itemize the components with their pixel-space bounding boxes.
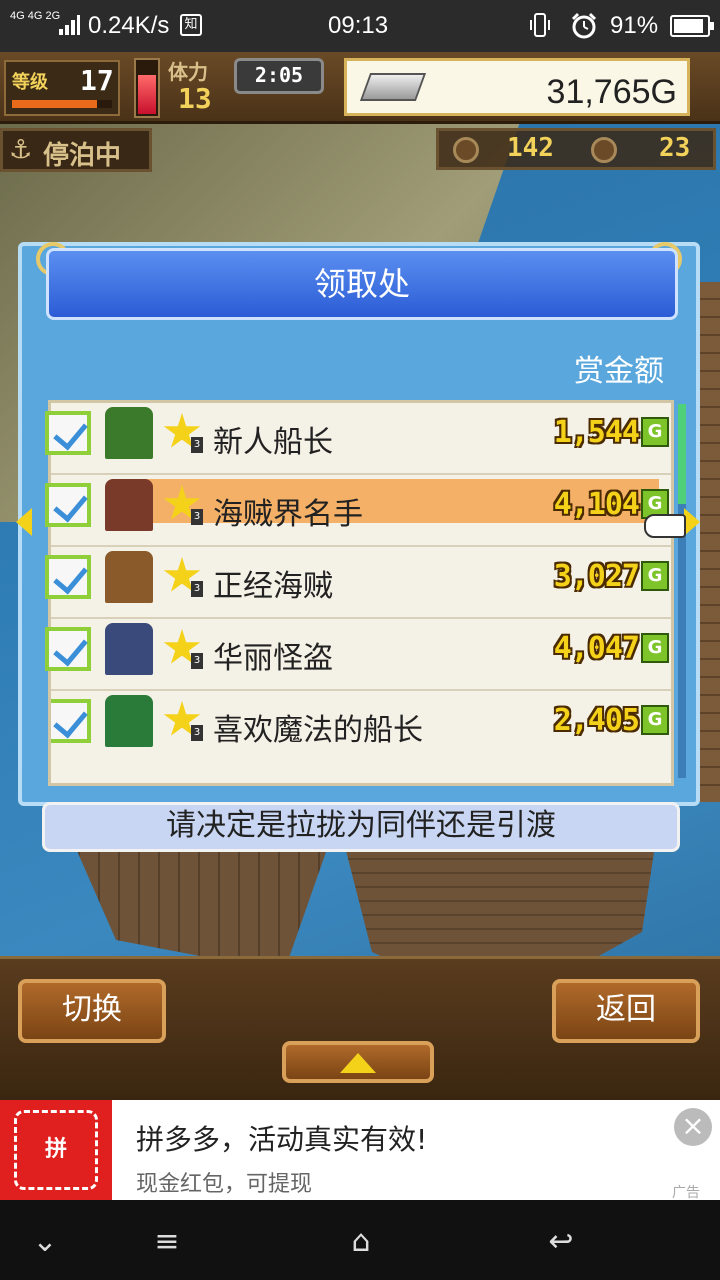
star-count: 3 <box>191 653 203 669</box>
battery-fill <box>674 19 704 33</box>
captain-avatar <box>105 479 153 531</box>
pointer-hand-icon <box>644 514 686 538</box>
list-item[interactable]: 3 新人船长 1,544 G <box>45 403 671 475</box>
list-item[interactable]: 3 华丽怪盗 4,047 G <box>45 619 671 691</box>
back-button[interactable]: 返回 <box>552 979 700 1043</box>
battery-icon <box>670 15 714 37</box>
reward-column-header: 赏金额 <box>574 354 664 389</box>
silver-ingot-icon <box>359 73 427 101</box>
list-scrollbar[interactable] <box>678 404 686 778</box>
bounty-list: 3 新人船长 1,544 G 3 海贼界名手 4,104 G 3 正经海贼 3,… <box>45 400 674 786</box>
system-nav-bar: ⌄ ≡ ⌂ ↩ <box>0 1200 720 1280</box>
triangle-up-icon <box>340 1053 376 1073</box>
gold-mark: G <box>641 561 669 591</box>
gold-mark: G <box>641 633 669 663</box>
vibrate-icon <box>530 13 550 37</box>
pinduoduo-logo[interactable]: 拼 <box>0 1100 112 1200</box>
star-count: 3 <box>191 581 203 597</box>
gold-mark: G <box>641 417 669 447</box>
stamina-gauge-fill <box>138 74 156 114</box>
notification-icon: 知 <box>180 14 202 36</box>
clock: 09:13 <box>328 12 389 39</box>
battery-percent: 91% <box>610 12 659 39</box>
close-icon[interactable]: × <box>674 1108 712 1146</box>
reception-panel: 领取处 赏金额 3 新人船长 1,544 G 3 海贼界名手 4,104 G 3… <box>18 242 700 806</box>
bottom-controls: 切换 返回 <box>0 956 720 1100</box>
alarm-icon <box>571 12 597 39</box>
coin-icon <box>591 137 617 163</box>
checkbox[interactable] <box>45 483 91 527</box>
stamina-value: 13 <box>178 82 212 115</box>
level-value: 17 <box>80 64 114 97</box>
instruction-message: 请决定是拉拢为同伴还是引渡 <box>42 802 680 852</box>
scroll-up-button[interactable] <box>282 1041 434 1083</box>
money-value: 31,765G <box>546 73 677 111</box>
list-item-selected[interactable]: 3 海贼界名手 4,104 G <box>45 475 671 547</box>
stamina-gauge <box>134 58 160 118</box>
exp-bar <box>12 100 112 108</box>
status-bar: 4G 4G 2G 0.24K/s 知 09:13 91% <box>0 0 720 52</box>
docked-label: 停泊中 <box>43 141 122 171</box>
switch-button[interactable]: 切换 <box>18 979 166 1043</box>
resource-bar: 142 23 <box>436 128 716 170</box>
ad-tag: 广告 <box>672 1185 700 1201</box>
captain-avatar <box>105 551 153 603</box>
star-count: 3 <box>191 437 203 453</box>
gold-mark: G <box>641 705 669 735</box>
reward-amount: 1,544 <box>553 415 640 450</box>
list-item[interactable]: 3 正经海贼 3,027 G <box>45 547 671 619</box>
home-icon[interactable]: ⌂ <box>336 1224 386 1259</box>
exp-bar-fill <box>12 100 97 108</box>
money-display: 31,765G <box>344 58 690 116</box>
list-item[interactable]: 3 喜欢魔法的船长 2,405 G <box>51 691 671 781</box>
captain-title: 正经海贼 <box>213 569 333 604</box>
menu-icon[interactable]: ≡ <box>142 1224 192 1259</box>
stamina-label: 体力 <box>168 60 208 84</box>
checkbox[interactable] <box>45 627 91 671</box>
chevron-down-icon[interactable]: ⌄ <box>20 1224 70 1259</box>
reward-amount: 4,104 <box>553 487 640 522</box>
captain-title: 海贼界名手 <box>213 497 363 532</box>
resource-b-value: 23 <box>659 133 691 163</box>
food-icon <box>453 137 479 163</box>
ad-banner[interactable]: 拼 拼多多，活动真实有效! 现金红包，可提现 × 广告 <box>0 1100 720 1201</box>
checkbox[interactable] <box>45 555 91 599</box>
resource-a-value: 142 <box>507 133 554 163</box>
scrollbar-thumb[interactable] <box>678 404 686 504</box>
network-indicator: 4G 4G 2G <box>10 10 61 22</box>
network-speed: 0.24K/s <box>88 12 170 39</box>
level-box: 等级 17 <box>4 60 120 116</box>
captain-avatar <box>105 695 153 747</box>
reward-amount: 2,405 <box>553 703 640 738</box>
checkbox[interactable] <box>51 699 91 743</box>
captain-avatar <box>105 623 153 675</box>
docked-status: ⚓ 停泊中 <box>0 128 152 172</box>
top-hud: 等级 17 体力 13 2:05 31,765G <box>0 52 720 124</box>
back-icon[interactable]: ↩ <box>536 1224 586 1259</box>
anchor-icon: ⚓ <box>9 135 33 165</box>
reward-amount: 3,027 <box>553 559 640 594</box>
ad-title[interactable]: 拼多多，活动真实有效! <box>136 1118 427 1158</box>
captain-title: 新人船长 <box>213 425 333 460</box>
captain-avatar <box>105 407 153 459</box>
star-count: 3 <box>191 725 203 741</box>
stamina-timer: 2:05 <box>234 58 324 94</box>
checkbox[interactable] <box>45 411 91 455</box>
star-count: 3 <box>191 509 203 525</box>
captain-title: 喜欢魔法的船长 <box>213 713 423 748</box>
signal-icon <box>59 15 80 35</box>
captain-title: 华丽怪盗 <box>213 641 333 676</box>
reward-amount: 4,047 <box>553 631 640 666</box>
panel-title: 领取处 <box>46 248 678 320</box>
ad-subtitle[interactable]: 现金红包，可提现 <box>136 1166 312 1198</box>
level-label: 等级 <box>12 72 48 93</box>
